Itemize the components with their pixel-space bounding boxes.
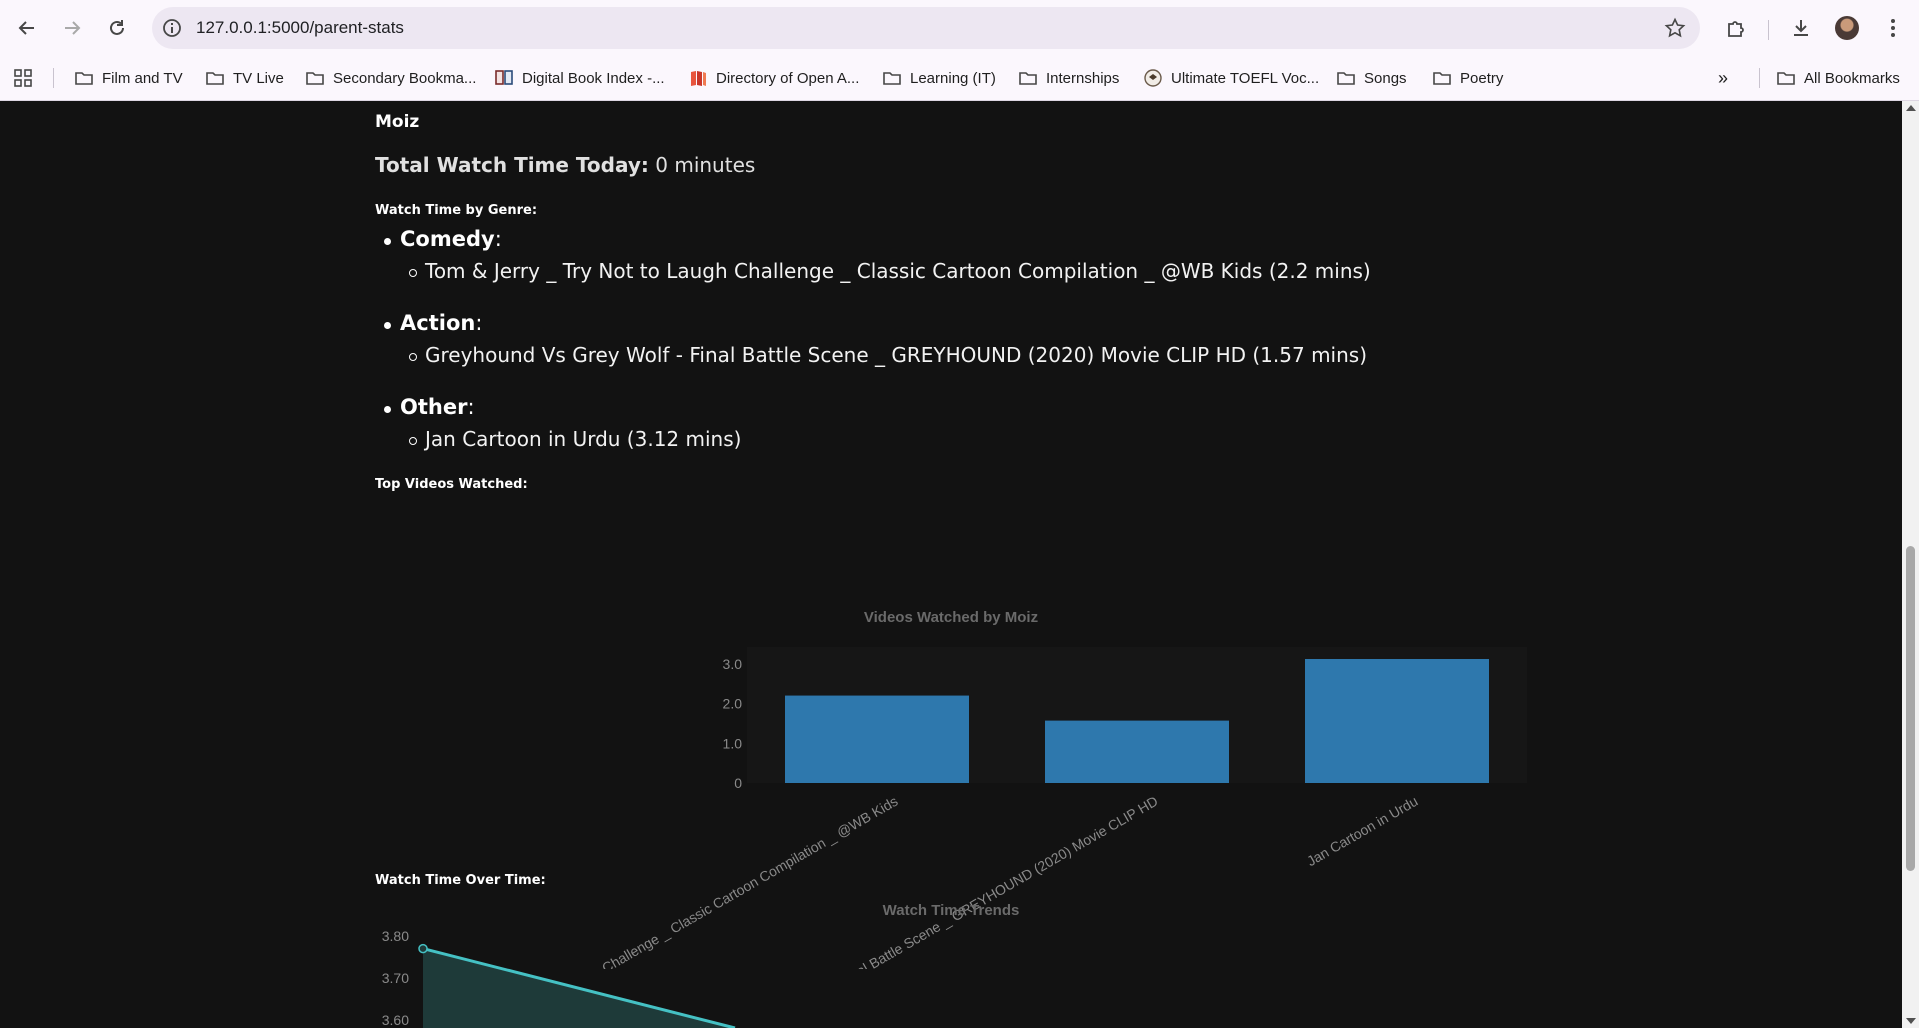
bookmark-label: Poetry xyxy=(1460,69,1504,87)
total-label: Total Watch Time Today: xyxy=(375,153,649,177)
bookmark-toefl-vocab[interactable]: Ultimate TOEFL Voc... xyxy=(1143,56,1319,100)
doaj-logo-icon xyxy=(691,71,706,86)
url-text: 127.0.0.1:5000/parent-stats xyxy=(196,18,404,37)
y-tick-label: 2.0 xyxy=(723,696,743,712)
toolbar-divider xyxy=(1768,20,1769,40)
genre-name: Other xyxy=(400,395,468,419)
y-tick-label: 1.0 xyxy=(723,735,743,751)
bookmark-label: All Bookmarks xyxy=(1804,69,1900,87)
bookmarks-divider xyxy=(1759,68,1760,88)
page-viewport: Moiz Total Watch Time Today: 0 minutes W… xyxy=(0,101,1902,1028)
all-bookmarks-button[interactable]: All Bookmarks xyxy=(1776,56,1900,100)
child-name: Moiz xyxy=(375,112,420,132)
apps-grid-icon xyxy=(14,69,32,87)
chevron-double-right-icon: » xyxy=(1718,67,1729,88)
video-item: Tom & Jerry _ Try Not to Laugh Challenge… xyxy=(409,259,1371,283)
y-tick-label: 3.60 xyxy=(382,1012,409,1028)
bookmark-digital-book-index[interactable]: Digital Book Index -... xyxy=(494,56,665,100)
reload-icon xyxy=(110,20,124,35)
x-tick-label: Jan Cartoon in Urdu xyxy=(1304,793,1421,870)
y-tick-label: 3.80 xyxy=(382,928,409,944)
video-item: Jan Cartoon in Urdu (3.12 mins) xyxy=(408,427,742,451)
site-logo-icon xyxy=(1144,69,1162,87)
scroll-up-arrow-icon[interactable] xyxy=(1906,105,1916,111)
watch-time-trend-chart: Watch Time Trends 3.80 3.70 3.60 xyxy=(382,902,1020,1028)
bookmark-label: Directory of Open A... xyxy=(716,69,860,87)
folder-icon xyxy=(1433,72,1451,85)
chart-title: Watch Time Trends xyxy=(883,902,1020,919)
profile-button[interactable] xyxy=(1829,10,1865,46)
bookmark-label: Secondary Bookma... xyxy=(333,69,477,87)
total-value: 0 minutes xyxy=(655,153,756,177)
book-icon xyxy=(495,70,513,85)
avatar xyxy=(1835,16,1859,40)
folder-icon xyxy=(1337,72,1355,85)
genre-item: Comedy: xyxy=(384,227,502,251)
bookmark-poetry[interactable]: Poetry xyxy=(1432,56,1503,100)
bar xyxy=(1045,720,1229,783)
genre-heading: Watch Time by Genre: xyxy=(375,203,538,218)
menu-button[interactable] xyxy=(1875,10,1911,46)
bookmark-label: Learning (IT) xyxy=(910,69,996,87)
folder-icon xyxy=(75,72,93,85)
download-icon xyxy=(1794,20,1808,36)
genre-item: Other: xyxy=(384,395,475,419)
video-item: Greyhound Vs Grey Wolf - Final Battle Sc… xyxy=(408,343,1368,367)
bar xyxy=(1305,659,1489,783)
bookmark-directory-open-access[interactable]: Directory of Open A... xyxy=(688,56,859,100)
extensions-button[interactable] xyxy=(1718,10,1754,46)
bookmark-label: Internships xyxy=(1046,69,1120,87)
bookmark-film-and-tv[interactable]: Film and TV xyxy=(74,56,183,100)
bookmark-label: Digital Book Index -... xyxy=(522,69,665,87)
bookmarks-divider xyxy=(53,68,54,88)
downloads-button[interactable] xyxy=(1783,10,1819,46)
bookmark-label: Ultimate TOEFL Voc... xyxy=(1171,69,1320,87)
chart-title: Videos Watched by Moiz xyxy=(864,609,1038,626)
bookmarks-bar: Film and TV TV Live Secondary Bookma... … xyxy=(0,56,1919,101)
trend-point xyxy=(418,943,428,954)
reload-button[interactable] xyxy=(99,10,135,46)
bookmark-label: TV Live xyxy=(233,69,284,87)
back-button[interactable] xyxy=(9,10,45,46)
bookmark-label: Songs xyxy=(1364,69,1407,87)
over-time-heading: Watch Time Over Time: xyxy=(375,873,546,888)
bookmark-label: Film and TV xyxy=(102,69,183,87)
bookmark-learning-it[interactable]: Learning (IT) xyxy=(882,56,996,100)
y-tick-label: 0 xyxy=(734,775,742,791)
folder-icon xyxy=(206,72,224,85)
genre-item: Action: xyxy=(383,311,483,335)
bookmark-star-icon[interactable] xyxy=(1664,17,1686,39)
bookmarks-overflow-button[interactable]: » xyxy=(1718,56,1728,100)
bar xyxy=(785,695,969,783)
bookmark-internships[interactable]: Internships xyxy=(1018,56,1119,100)
top-videos-heading: Top Videos Watched: xyxy=(375,477,528,492)
kebab-menu-icon xyxy=(1891,19,1895,37)
folder-icon xyxy=(1019,72,1037,85)
folder-icon xyxy=(1777,72,1795,85)
y-tick-label: 3.0 xyxy=(723,656,743,672)
y-tick-label: 3.70 xyxy=(382,970,409,986)
apps-button[interactable] xyxy=(13,56,33,100)
bookmark-tv-live[interactable]: TV Live xyxy=(205,56,284,100)
forward-button[interactable] xyxy=(54,10,90,46)
arrow-left-icon xyxy=(18,21,34,35)
bookmark-secondary[interactable]: Secondary Bookma... xyxy=(305,56,476,100)
genre-name: Action xyxy=(400,311,476,335)
bookmark-songs[interactable]: Songs xyxy=(1336,56,1407,100)
folder-icon xyxy=(306,72,324,85)
address-bar[interactable]: 127.0.0.1:5000/parent-stats xyxy=(152,7,1700,49)
page-scrollbar[interactable] xyxy=(1902,101,1919,1028)
genre-name: Comedy xyxy=(400,227,495,251)
site-info-icon[interactable] xyxy=(161,17,183,39)
folder-icon xyxy=(883,72,901,85)
scroll-down-arrow-icon[interactable] xyxy=(1906,1018,1916,1024)
puzzle-icon xyxy=(1728,21,1744,37)
total-watch-time: Total Watch Time Today: 0 minutes xyxy=(375,153,755,177)
scrollbar-thumb[interactable] xyxy=(1906,546,1915,871)
browser-toolbar: 127.0.0.1:5000/parent-stats xyxy=(0,0,1919,56)
arrow-right-icon xyxy=(65,21,81,35)
